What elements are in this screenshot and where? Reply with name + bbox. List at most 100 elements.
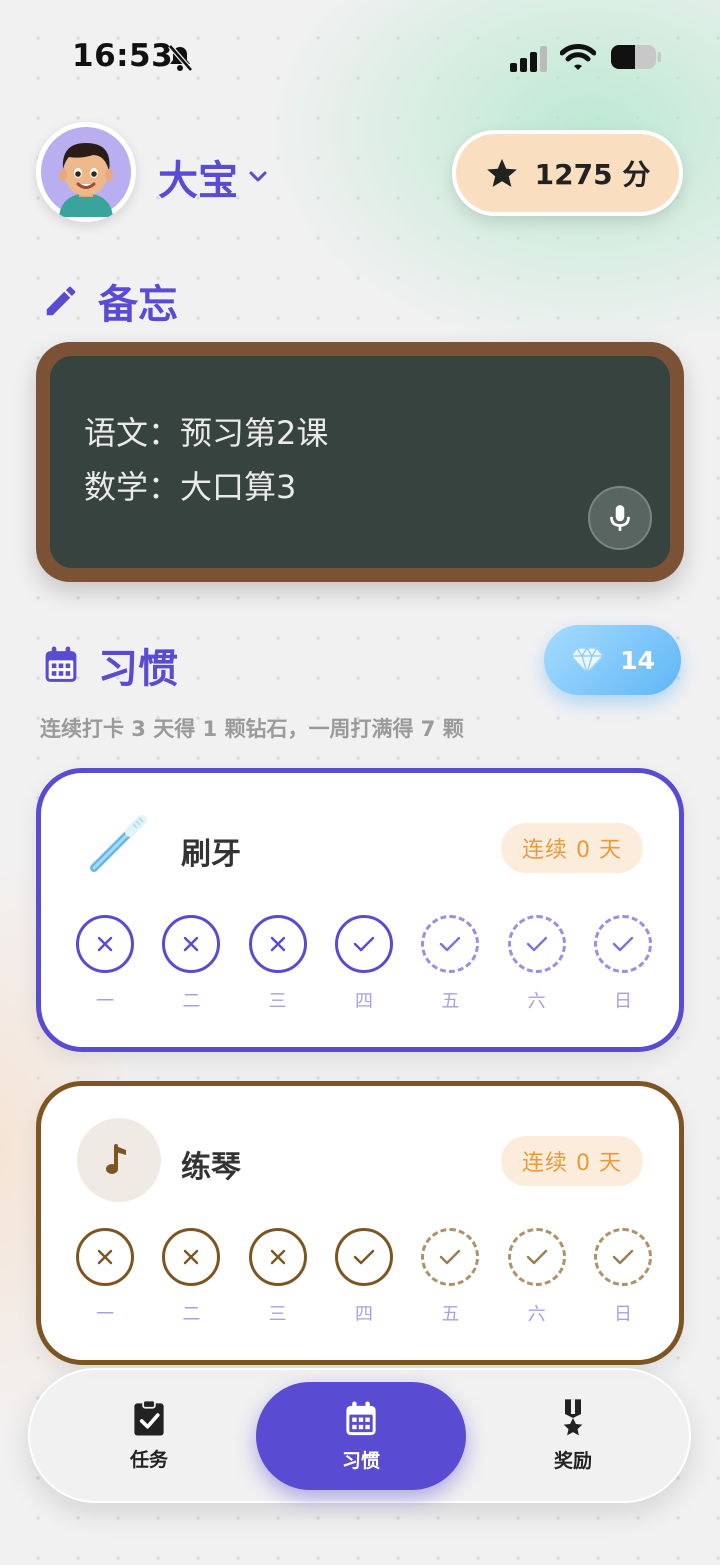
habit-card-piano[interactable]: 练琴 连续 0 天 一 二 三 四 五 六 日 xyxy=(36,1081,684,1365)
calendar-icon xyxy=(346,1400,376,1435)
day-status-missed[interactable] xyxy=(248,915,307,973)
cross-icon xyxy=(97,1249,113,1265)
check-icon xyxy=(440,936,461,952)
diamond-icon xyxy=(570,646,605,674)
avatar[interactable] xyxy=(36,122,136,222)
day-label: 五 xyxy=(441,991,460,1012)
day-status-done[interactable] xyxy=(334,1228,393,1286)
memo-title: 备忘 xyxy=(98,282,178,328)
habits-section-title: 习惯 xyxy=(42,636,178,694)
day-tue[interactable]: 二 xyxy=(161,915,221,1013)
streak-badge: 连续 0 天 xyxy=(501,823,643,873)
nav-tasks[interactable]: 任务 xyxy=(64,1370,234,1501)
cross-icon xyxy=(270,1249,285,1265)
nav-rewards-label: 奖励 xyxy=(553,1450,592,1472)
habits-title: 习惯 xyxy=(98,646,178,692)
voice-input-button[interactable] xyxy=(588,486,652,550)
diamond-badge[interactable]: 14 xyxy=(544,625,681,695)
habit-icon xyxy=(77,805,161,889)
day-label: 一 xyxy=(96,991,114,1012)
day-sun[interactable]: 日 xyxy=(593,1228,653,1326)
day-tue[interactable]: 二 xyxy=(161,1228,221,1326)
cross-icon xyxy=(184,1249,199,1265)
check-icon xyxy=(612,1249,634,1265)
streak-badge: 连续 0 天 xyxy=(501,1136,643,1186)
wifi-icon xyxy=(560,44,596,70)
day-sat[interactable]: 六 xyxy=(507,915,567,1013)
check-icon xyxy=(526,1249,547,1265)
day-status-missed[interactable] xyxy=(162,915,221,973)
memo-line: 数学：大口算3 xyxy=(84,468,297,506)
cross-icon xyxy=(97,936,113,952)
bell-muted-icon xyxy=(168,44,193,72)
points-badge[interactable]: 1275 分 xyxy=(452,130,683,216)
check-icon xyxy=(612,936,634,952)
day-status-pending[interactable] xyxy=(421,915,480,973)
toothbrush-icon xyxy=(90,815,147,872)
habit-icon xyxy=(77,1118,161,1202)
bottom-nav: 任务 习惯 奖励 xyxy=(28,1368,691,1503)
check-icon xyxy=(526,936,547,952)
star-icon xyxy=(486,158,517,187)
day-status-pending[interactable] xyxy=(507,1228,566,1286)
nav-tasks-label: 任务 xyxy=(129,1449,168,1471)
chevron-down-icon xyxy=(249,171,267,182)
day-label: 六 xyxy=(527,1304,546,1325)
medal-icon xyxy=(563,1399,583,1436)
day-thu[interactable]: 四 xyxy=(334,1228,394,1326)
day-status-missed[interactable] xyxy=(248,1228,307,1286)
habit-name: 刷牙 xyxy=(181,837,241,872)
day-status-pending[interactable] xyxy=(593,1228,652,1286)
day-label: 三 xyxy=(268,1304,287,1325)
day-label: 三 xyxy=(268,991,287,1012)
memo-board[interactable]: 语文：预习第2课 数学：大口算3 xyxy=(36,342,684,582)
nav-rewards[interactable]: 奖励 xyxy=(488,1370,658,1501)
clipboard-check-icon xyxy=(134,1399,164,1436)
nav-habits[interactable]: 习惯 xyxy=(256,1382,466,1490)
username-switcher[interactable]: 大宝 xyxy=(158,148,268,206)
music-note-icon xyxy=(106,1144,126,1174)
habit-name: 练琴 xyxy=(181,1150,241,1185)
day-status-missed[interactable] xyxy=(162,1228,221,1286)
day-status-pending[interactable] xyxy=(507,915,566,973)
day-status-done[interactable] xyxy=(334,915,393,973)
check-icon xyxy=(353,1249,375,1265)
battery-icon xyxy=(611,45,661,69)
day-sat[interactable]: 六 xyxy=(507,1228,567,1326)
nav-habits-label: 习惯 xyxy=(341,1449,380,1472)
day-fri[interactable]: 五 xyxy=(420,915,480,1013)
calendar-icon xyxy=(45,646,77,682)
diamond-count: 14 xyxy=(620,645,655,675)
pencil-icon xyxy=(46,286,76,316)
cross-icon xyxy=(184,936,199,952)
memo-line: 语文：预习第2课 xyxy=(84,414,329,452)
child-avatar-icon xyxy=(41,127,131,217)
day-sun[interactable]: 日 xyxy=(593,915,653,1013)
day-wed[interactable]: 三 xyxy=(248,1228,308,1326)
day-label: 六 xyxy=(527,991,546,1012)
check-icon xyxy=(440,1249,461,1265)
memo-section-title: 备忘 xyxy=(42,272,178,330)
day-fri[interactable]: 五 xyxy=(420,1228,480,1326)
day-status-missed[interactable] xyxy=(76,1228,134,1286)
day-status-pending[interactable] xyxy=(593,915,652,973)
day-label: 二 xyxy=(182,1304,201,1325)
day-thu[interactable]: 四 xyxy=(334,915,394,1013)
day-mon[interactable]: 一 xyxy=(75,915,135,1013)
day-mon[interactable]: 一 xyxy=(75,1228,135,1326)
day-label: 日 xyxy=(613,1304,632,1325)
habits-hint: 连续打卡 3 天得 1 颗钻石，一周打满得 7 颗 xyxy=(40,717,464,741)
day-label: 四 xyxy=(354,1304,373,1325)
day-wed[interactable]: 三 xyxy=(248,915,308,1013)
day-label: 四 xyxy=(354,991,373,1012)
cellular-signal-icon xyxy=(510,46,547,72)
day-label: 一 xyxy=(96,1304,114,1325)
points-value: 1275 分 xyxy=(534,158,651,191)
microphone-icon xyxy=(610,505,630,531)
status-time: 16:53 xyxy=(72,38,174,74)
day-label: 二 xyxy=(182,991,201,1012)
habit-card-brushing[interactable]: 刷牙 连续 0 天 一 二 三 四 五 六 日 xyxy=(36,768,684,1052)
day-status-missed[interactable] xyxy=(76,915,134,973)
cross-icon xyxy=(270,936,285,952)
day-status-pending[interactable] xyxy=(421,1228,480,1286)
